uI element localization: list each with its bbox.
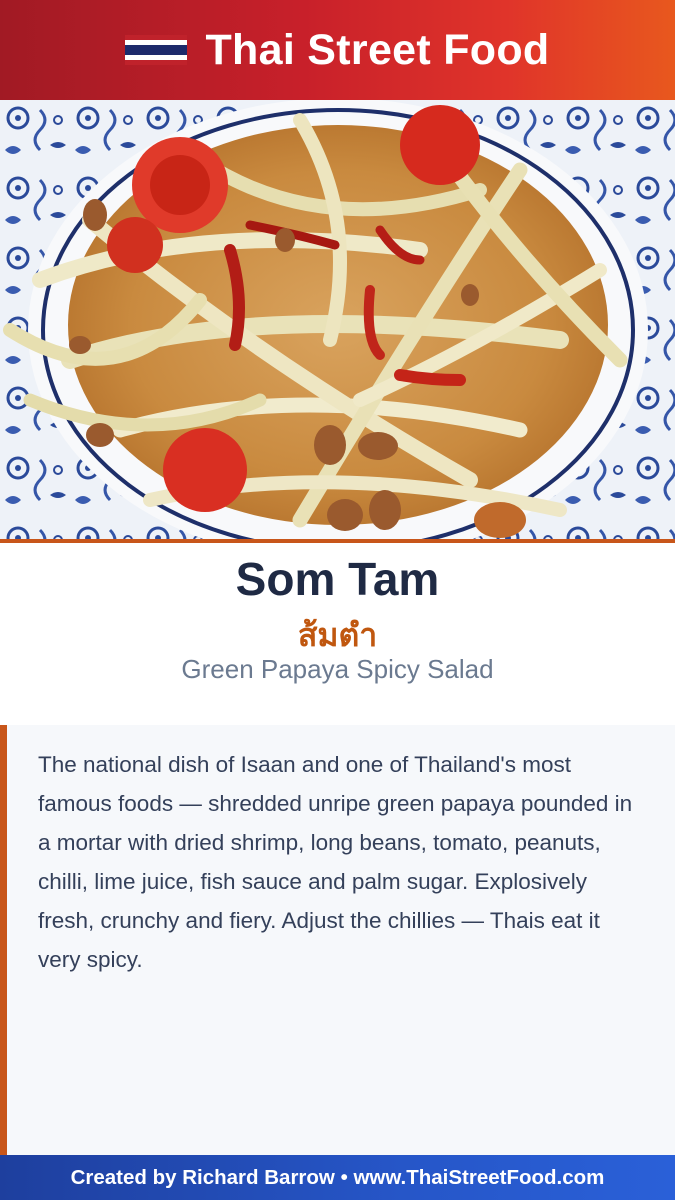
dish-photo: [0, 100, 675, 539]
dish-english-name: Green Papaya Spicy Salad: [181, 654, 494, 684]
photo-divider: [0, 539, 675, 543]
app-title: Thai Street Food: [205, 25, 550, 74]
footer-credit: Created by Richard Barrow • www.ThaiStre…: [0, 1155, 675, 1200]
description-text: The national dish of Isaan and one of Th…: [38, 752, 633, 972]
thai-flag-icon: [125, 35, 188, 65]
description-card: The national dish of Isaan and one of Th…: [0, 725, 675, 1157]
app-header: Thai Street Food: [0, 0, 675, 100]
dish-name: Som Tam: [235, 553, 440, 605]
